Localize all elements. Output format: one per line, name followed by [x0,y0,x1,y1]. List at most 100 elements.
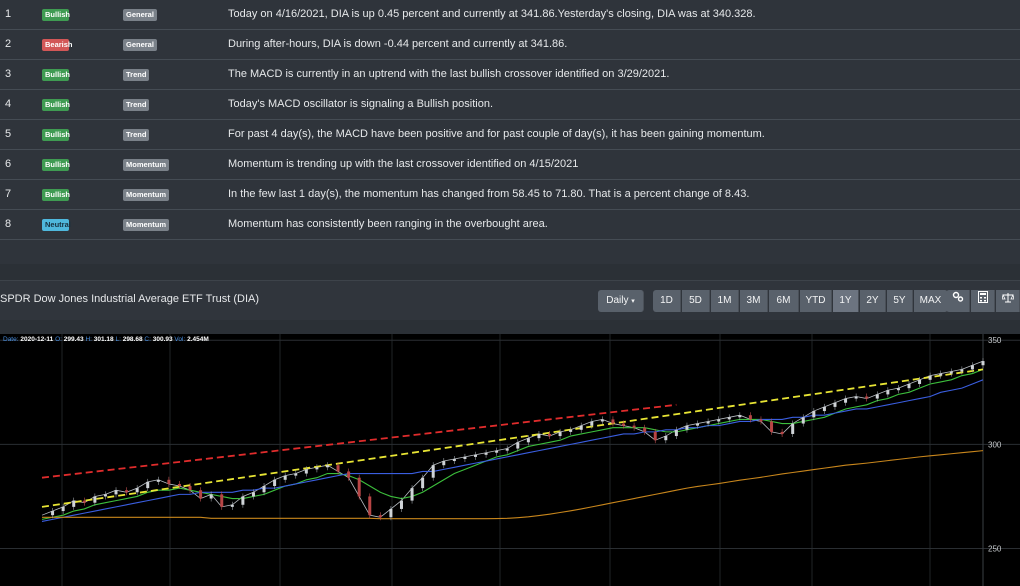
candle-body [896,388,900,391]
candle-body [907,383,911,389]
signal-row: 5 Bullish Trend For past 4 day(s), the MACD… [0,120,1020,150]
candle-body [770,421,774,432]
candle-body [886,390,890,395]
range-button-max[interactable]: MAX [914,290,948,312]
range-button-2y[interactable]: 2Y [860,290,886,312]
candle-body [516,442,520,449]
category-badge: Momentum [123,159,169,171]
candle-body [463,456,467,459]
close-value: 300.93 [152,336,173,343]
candle-body [759,419,763,422]
sentiment-badge: Neutral [42,219,71,231]
candle-body [473,454,477,457]
category-badge: Trend [123,129,150,141]
candle-body [146,481,150,489]
candle-body [368,496,372,516]
candle-body [188,486,192,491]
range-button-1y[interactable]: 1Y [833,290,859,312]
chart-title: SPDR Dow Jones Industrial Average ETF Tr… [0,293,259,305]
candle-body [304,469,308,474]
signal-row: 4 Bullish Trend Today's MACD oscillator is … [0,90,1020,120]
candle-body [315,467,319,470]
low-value: 298.68 [122,336,143,343]
signal-text: Today's MACD oscillator is signaling a B… [228,98,493,110]
volume-label: Vol: [174,336,186,343]
range-button-5y[interactable]: 5Y [887,290,913,312]
open-value: 299.43 [63,336,84,343]
range-button-ytd[interactable]: YTD [800,290,832,312]
volume-value: 2.454M [187,336,209,343]
signal-number: 4 [5,98,12,110]
compare-icon[interactable] [996,290,1020,312]
candle-body [600,419,604,422]
candle-body [717,419,721,422]
candle-body [537,433,541,439]
chart-toolbar: SPDR Dow Jones Industrial Average ETF Tr… [0,280,1020,320]
candle-body [801,417,805,424]
category-badge: General [123,39,157,51]
indicators-icon[interactable] [946,290,970,312]
candle-body [61,506,65,512]
signals-table: 1 Bullish General Today on 4/16/2021, DIA i… [0,0,1020,264]
candle-body [812,411,816,418]
sentiment-badge: Bullish [42,99,70,111]
candle-body [579,425,583,430]
range-button-3m[interactable]: 3M [740,290,768,312]
interval-dropdown[interactable]: Daily ▾ [598,290,644,312]
candle-body [347,471,351,478]
signal-text: The MACD is currently in an uptrend with… [228,68,670,80]
series-trend-support [41,368,984,508]
candle-body [378,515,382,518]
candle-body [421,477,425,489]
category-badge: Momentum [123,219,169,231]
candle-body [875,394,879,399]
calculator-icon[interactable] [971,290,995,312]
candle-body [928,375,932,380]
price-chart[interactable]: 250 300 350 [0,334,1020,586]
sentiment-badge: Bullish [42,69,70,81]
candle-body [632,425,636,428]
y-tick-label: 350 [988,336,1002,345]
high-label: H: [85,336,92,343]
signal-text: In the few last 1 day(s), the momentum h… [228,188,750,200]
close-label: C: [144,336,151,343]
candle-body [114,490,118,495]
candle-body [622,423,626,426]
candle-body [389,508,393,518]
range-button-6m[interactable]: 6M [769,290,799,312]
signal-number: 6 [5,158,12,170]
candle-body [294,473,298,476]
range-button-1d[interactable]: 1D [653,290,681,312]
candle-body [262,486,266,493]
signal-row: 7 Bullish Momentum In the few last 1 day(s)… [0,180,1020,210]
signal-row: 6 Bullish Momentum Momentum is trending up … [0,150,1020,180]
candle-body [177,483,181,487]
candle-body [241,496,245,505]
signal-text: During after-hours, DIA is down -0.44 pe… [228,38,568,50]
candle-body [283,475,287,480]
range-button-1m[interactable]: 1M [711,290,739,312]
open-label: O: [55,336,62,343]
signal-number: 5 [5,128,12,140]
chart-canvas[interactable]: 250 300 350 [0,334,1020,586]
candle-body [125,490,129,493]
candle-body [696,423,700,426]
range-button-5d[interactable]: 5D [682,290,710,312]
candle-body [484,452,488,455]
candle-body [590,421,594,426]
candle-body [738,415,742,418]
sentiment-badge: Bullish [42,159,70,171]
signal-row: 1 Bullish General Today on 4/16/2021, DIA i… [0,0,1020,30]
signal-number: 2 [5,38,12,50]
candle-body [199,490,203,499]
candle-body [357,477,361,497]
candle-body [939,373,943,376]
category-badge: Trend [123,99,150,111]
interval-label: Daily [606,295,629,306]
ohlc-readout: Date: 2020-12-11 O: 299.43 H: 301.18 L: … [3,336,209,343]
signal-row: 2 Bearish General During after-hours, DIA i… [0,30,1020,60]
candle-body [960,369,964,372]
candle-body [844,398,848,403]
candle-body [452,458,456,462]
y-tick-label: 250 [988,545,1002,554]
